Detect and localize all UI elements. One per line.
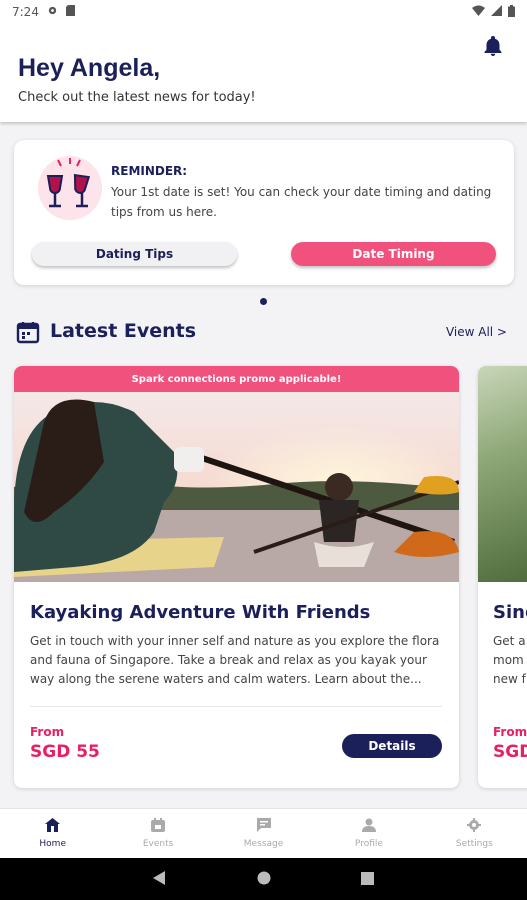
header: Hey Angela, Check out the latest news fo… xyxy=(0,24,527,122)
price-from-label: From xyxy=(493,725,527,739)
reminder-text: Your 1st date is set! You can check your… xyxy=(111,185,492,219)
details-button[interactable]: Details xyxy=(342,734,442,758)
dating-tips-button[interactable]: Dating Tips xyxy=(32,242,237,266)
home-icon xyxy=(45,818,61,835)
event-price: SGD 55 xyxy=(30,742,100,762)
event-photo-partial xyxy=(478,366,527,582)
nav-events[interactable]: Events xyxy=(105,809,210,858)
wifi-icon xyxy=(472,5,485,19)
message-icon xyxy=(256,818,271,835)
desc-line: Get a xyxy=(493,634,526,648)
event-card[interactable]: Spark connections promo applicable! Kaya… xyxy=(14,366,459,788)
event-title-partial: Sing xyxy=(493,602,527,623)
bottom-navigation: Home Events Message Profile Settings xyxy=(0,808,527,858)
settings-status-icon xyxy=(47,5,58,19)
recents-icon[interactable] xyxy=(361,870,374,889)
event-photo xyxy=(14,392,459,582)
latest-events-title: Latest Events xyxy=(50,320,197,342)
battery-icon xyxy=(508,4,515,20)
event-card-partial[interactable]: Sing Get a mom new f From SGD xyxy=(478,366,527,788)
nav-label: Home xyxy=(39,839,66,849)
nav-label: Events xyxy=(142,839,174,849)
event-title: Kayaking Adventure With Friends xyxy=(30,602,371,623)
nav-message[interactable]: Message xyxy=(211,809,316,858)
event-description-partial: Get a mom new f xyxy=(493,632,526,689)
sim-card-icon xyxy=(65,5,75,19)
event-description: Get in touch with your inner self and na… xyxy=(30,634,440,686)
back-icon[interactable] xyxy=(153,870,167,889)
nav-label: Message xyxy=(243,839,284,849)
status-bar: 7:24 xyxy=(0,0,527,24)
system-navigation-bar xyxy=(0,858,527,900)
reminder-card: REMINDER: Your 1st date is set! You can … xyxy=(14,140,514,285)
wine-glasses-icon xyxy=(38,156,102,220)
nav-label: Settings xyxy=(455,839,493,849)
carousel-indicator[interactable] xyxy=(260,298,267,305)
view-all-link[interactable]: View All > xyxy=(446,325,507,339)
calendar-icon xyxy=(16,320,40,344)
event-price-partial: SGD xyxy=(493,742,527,762)
price-from-label: From xyxy=(30,725,65,739)
greeting-title: Hey Angela, xyxy=(18,54,161,82)
nav-profile[interactable]: Profile xyxy=(316,809,421,858)
desc-line: new f xyxy=(493,672,526,686)
signal-icon xyxy=(491,5,502,19)
calendar-icon xyxy=(151,818,166,835)
nav-home[interactable]: Home xyxy=(0,809,105,858)
card-divider xyxy=(30,706,442,707)
reminder-title: REMINDER: xyxy=(111,164,188,178)
desc-line: mom xyxy=(493,653,524,667)
date-timing-button[interactable]: Date Timing xyxy=(291,242,496,266)
status-time: 7:24 xyxy=(12,5,39,19)
promo-banner: Spark connections promo applicable! xyxy=(14,366,459,392)
gear-icon xyxy=(467,818,482,835)
nav-label: Profile xyxy=(354,839,383,849)
bell-icon[interactable] xyxy=(481,34,505,58)
nav-settings[interactable]: Settings xyxy=(422,809,527,858)
home-circle-icon[interactable] xyxy=(257,870,271,889)
person-icon xyxy=(361,818,376,835)
greeting-subtitle: Check out the latest news for today! xyxy=(18,90,256,105)
